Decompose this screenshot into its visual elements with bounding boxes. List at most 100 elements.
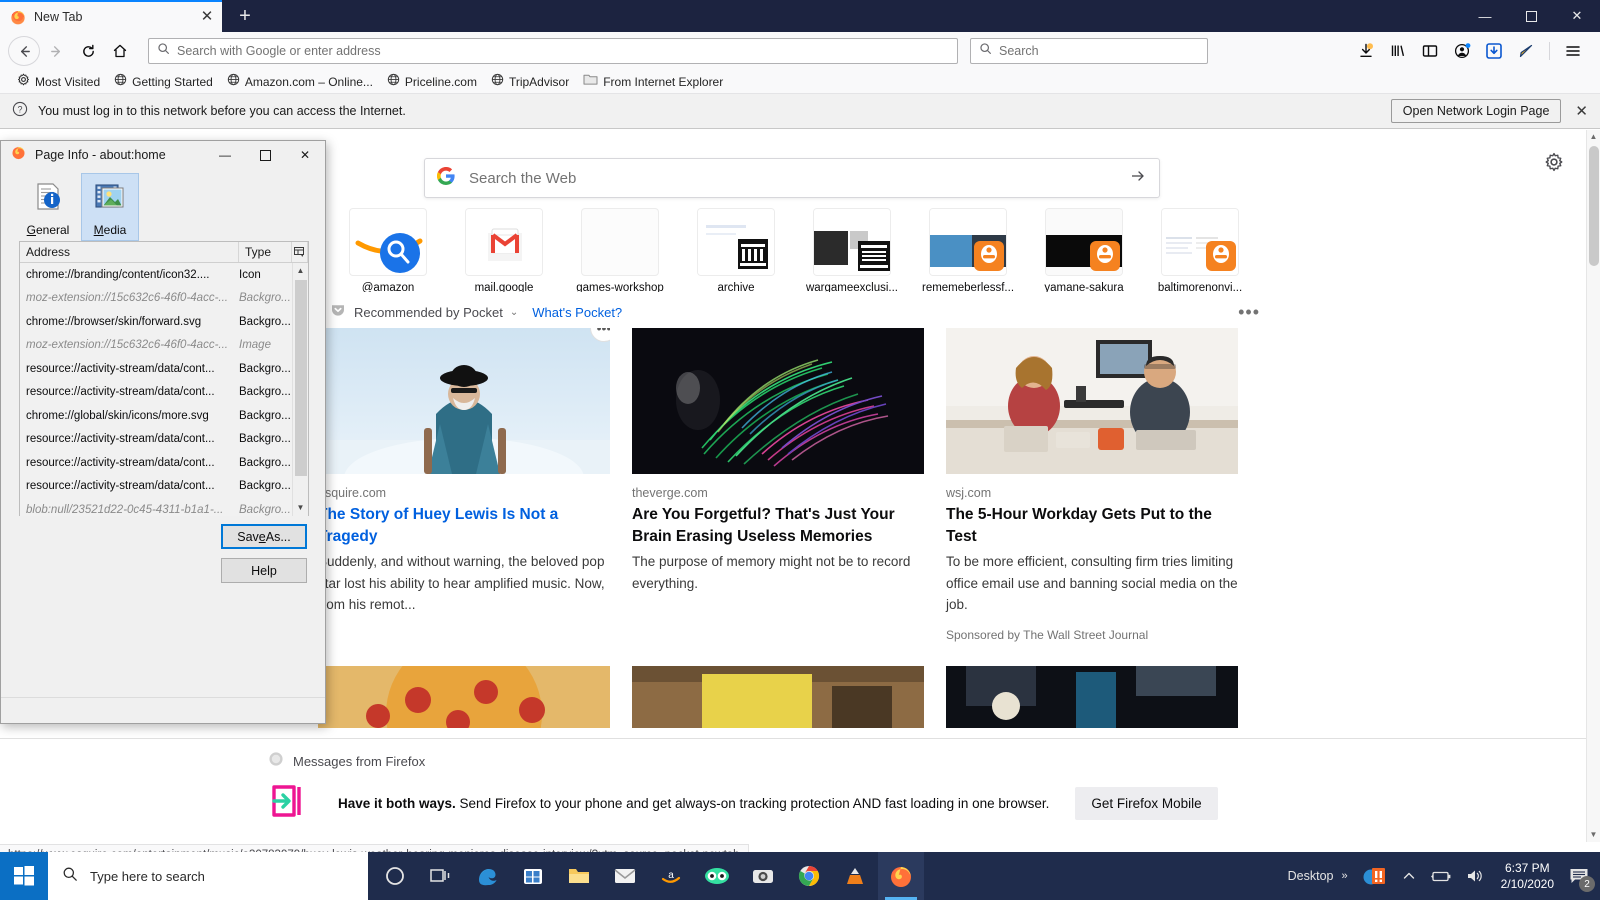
scrollbar-thumb[interactable] (1589, 146, 1599, 266)
pocket-section-menu-icon[interactable]: ••• (1238, 302, 1260, 323)
file-explorer-icon[interactable] (556, 852, 602, 900)
account-icon[interactable] (1447, 36, 1477, 66)
amazon-icon[interactable]: a (648, 852, 694, 900)
downloads-icon[interactable] (1351, 36, 1381, 66)
pocket-card[interactable] (632, 665, 924, 728)
media-list-rows[interactable]: chrome://branding/content/icon32.... Icon… (20, 263, 308, 516)
arrow-right-icon[interactable] (1129, 167, 1147, 190)
pocket-card[interactable] (946, 665, 1238, 728)
card-title[interactable]: The Story of Huey Lewis Is Not a Tragedy (318, 504, 610, 549)
volume-icon[interactable] (1459, 868, 1491, 884)
screenshot-icon[interactable] (1511, 36, 1541, 66)
web-search-input[interactable]: Search the Web (424, 158, 1160, 198)
reload-button[interactable] (72, 36, 104, 66)
content-scrollbar[interactable]: ▲ ▼ (1586, 130, 1600, 842)
tab-media[interactable]: Media (81, 173, 139, 241)
top-site-tile[interactable]: mail.google (446, 208, 562, 292)
overflow-chevron-icon[interactable]: » (1341, 870, 1347, 882)
media-list-row[interactable]: resource://activity-stream/data/cont... B… (20, 475, 308, 499)
scroll-up-arrow-icon[interactable]: ▲ (293, 263, 308, 279)
media-list-row[interactable]: chrome://browser/skin/forward.svg Backgro… (20, 310, 308, 334)
media-list-row[interactable]: resource://activity-stream/data/cont... B… (20, 428, 308, 452)
cortana-icon[interactable] (372, 852, 418, 900)
bookmark-amazon[interactable]: Amazon.com – Online... (220, 71, 380, 93)
bookmark-most-visited[interactable]: Most Visited (10, 71, 107, 93)
bookmark-getting-started[interactable]: Getting Started (107, 71, 220, 93)
tab-general[interactable]: General (19, 173, 77, 241)
battery-icon[interactable] (1423, 869, 1459, 883)
media-list-row[interactable]: resource://activity-stream/data/cont... B… (20, 451, 308, 475)
home-button[interactable] (104, 36, 136, 66)
dialog-minimize-button[interactable]: — (205, 141, 245, 169)
media-list-row[interactable]: chrome://global/skin/icons/more.svg Backg… (20, 404, 308, 428)
task-view-icon[interactable] (418, 852, 464, 900)
minimize-button[interactable]: — (1462, 0, 1508, 32)
bookmark-folder-from-internet-explorer[interactable]: From Internet Explorer (576, 71, 730, 93)
column-picker-icon[interactable] (292, 242, 308, 262)
taskbar-clock[interactable]: 6:37 PM 2/10/2020 (1491, 860, 1564, 892)
save-as-button[interactable]: Sav e As... (221, 524, 307, 549)
pocket-card[interactable]: ••• esquire.com The Story of Huey Lewis … (318, 328, 610, 642)
whats-pocket-link[interactable]: What's Pocket? (532, 305, 622, 320)
open-network-login-page-button[interactable]: Open Network Login Page (1390, 99, 1562, 123)
get-firefox-mobile-button[interactable]: Get Firefox Mobile (1075, 787, 1218, 820)
media-list-row[interactable]: moz-extension://15c632c6-46f0-4acc-... Im… (20, 334, 308, 358)
vlc-icon[interactable] (832, 852, 878, 900)
mail-icon[interactable] (602, 852, 648, 900)
media-list-scrollbar[interactable]: ▲ ▼ (292, 263, 308, 516)
edge-icon[interactable] (464, 852, 510, 900)
column-header-type[interactable]: Type (239, 242, 292, 262)
bookmark-priceline[interactable]: Priceline.com (380, 71, 484, 93)
search-bar[interactable]: Search (970, 38, 1208, 64)
card-title[interactable]: Are You Forgetful? That's Just Your Brai… (632, 504, 924, 549)
address-bar[interactable]: Search with Google or enter address (148, 38, 958, 64)
pocket-card[interactable]: wsj.com The 5-Hour Workday Gets Put to t… (946, 328, 1238, 642)
close-icon[interactable]: ✕ (198, 8, 216, 26)
bookmark-tripadvisor[interactable]: TripAdvisor (484, 71, 576, 93)
column-header-address[interactable]: Address (20, 242, 239, 262)
microsoft-store-icon[interactable] (510, 852, 556, 900)
action-center-button[interactable]: 2 (1564, 852, 1595, 900)
sidebar-icon[interactable] (1415, 36, 1445, 66)
top-site-tile[interactable]: wargameexclusi... (794, 208, 910, 292)
scrollbar-thumb[interactable] (295, 280, 307, 476)
media-list-row[interactable]: chrome://branding/content/icon32.... Icon (20, 263, 308, 287)
new-tab-button[interactable]: + (232, 4, 258, 30)
library-icon[interactable] (1383, 36, 1413, 66)
top-site-tile[interactable]: yamane-sakura (1026, 208, 1142, 292)
scroll-down-arrow-icon[interactable]: ▼ (293, 500, 308, 516)
dialog-titlebar[interactable]: Page Info - about:home — ✕ (1, 141, 325, 169)
chrome-icon[interactable] (786, 852, 832, 900)
top-site-tile[interactable]: rememeberlessf... (910, 208, 1026, 292)
vlc-tray-icon[interactable] (1355, 864, 1395, 888)
desktop-label[interactable]: Desktop » (1281, 869, 1355, 883)
dialog-close-button[interactable]: ✕ (285, 141, 325, 169)
pocket-card[interactable]: theverge.com Are You Forgetful? That's J… (632, 328, 924, 642)
camera-icon[interactable] (740, 852, 786, 900)
tripadvisor-icon[interactable] (694, 852, 740, 900)
start-button[interactable] (0, 852, 48, 900)
pocket-save-icon[interactable] (1479, 36, 1509, 66)
card-title[interactable]: The 5-Hour Workday Gets Put to the Test (946, 504, 1238, 549)
newtab-settings-gear-icon[interactable] (1544, 152, 1564, 172)
chevron-up-icon[interactable] (1395, 869, 1423, 883)
taskbar-search-box[interactable]: Type here to search (48, 852, 368, 900)
hamburger-menu-icon[interactable] (1558, 36, 1588, 66)
scroll-down-arrow-icon[interactable]: ▼ (1587, 828, 1600, 842)
dialog-maximize-button[interactable] (245, 141, 285, 169)
close-icon[interactable]: ✕ (1575, 102, 1588, 120)
maximize-button[interactable] (1508, 0, 1554, 32)
close-button[interactable]: ✕ (1554, 0, 1600, 32)
help-button[interactable]: Help (221, 558, 307, 583)
media-list-row[interactable]: moz-extension://15c632c6-46f0-4acc-... Ba… (20, 287, 308, 311)
media-list-row[interactable]: resource://activity-stream/data/cont... B… (20, 357, 308, 381)
top-site-tile[interactable]: baltimorenonvi... (1142, 208, 1258, 292)
media-list-row[interactable]: resource://activity-stream/data/cont... B… (20, 381, 308, 405)
firefox-icon[interactable] (878, 852, 924, 900)
browser-tab[interactable]: New Tab ✕ (0, 0, 222, 32)
media-list-row[interactable]: blob:null/23521d22-0c45-4311-b1a1-... Bac… (20, 498, 308, 516)
pocket-card[interactable] (318, 665, 610, 728)
top-site-tile[interactable]: @amazon (330, 208, 446, 292)
forward-button[interactable] (40, 36, 72, 66)
top-site-tile[interactable]: archive (678, 208, 794, 292)
